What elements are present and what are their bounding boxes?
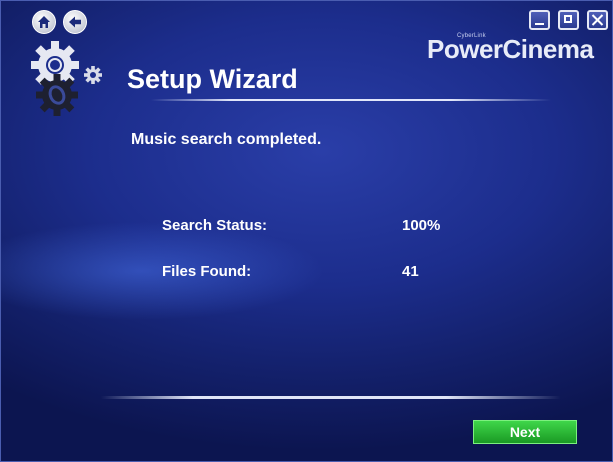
app-window: CyberLink PowerCinema Setup Wizard Music…: [0, 0, 613, 462]
close-button[interactable]: [587, 10, 608, 30]
maximize-button[interactable]: [558, 10, 579, 30]
header-divider: [151, 99, 551, 101]
back-arrow-icon: [69, 16, 81, 28]
home-icon: [38, 16, 50, 28]
app-logo: PowerCinema: [427, 34, 594, 64]
search-status-value: 100%: [402, 217, 441, 234]
gears-icon: [31, 41, 102, 116]
next-button[interactable]: Next: [473, 420, 577, 444]
status-message: Music search completed.: [131, 131, 322, 148]
back-button[interactable]: [63, 10, 87, 34]
home-button[interactable]: [32, 10, 56, 34]
footer-divider: [101, 396, 561, 399]
files-found-value: 41: [402, 263, 419, 280]
close-icon: [591, 14, 604, 26]
search-status-label: Search Status:: [162, 217, 268, 234]
minimize-button[interactable]: [529, 10, 550, 30]
files-found-label: Files Found:: [162, 263, 252, 280]
page-title: Setup Wizard: [127, 64, 298, 94]
